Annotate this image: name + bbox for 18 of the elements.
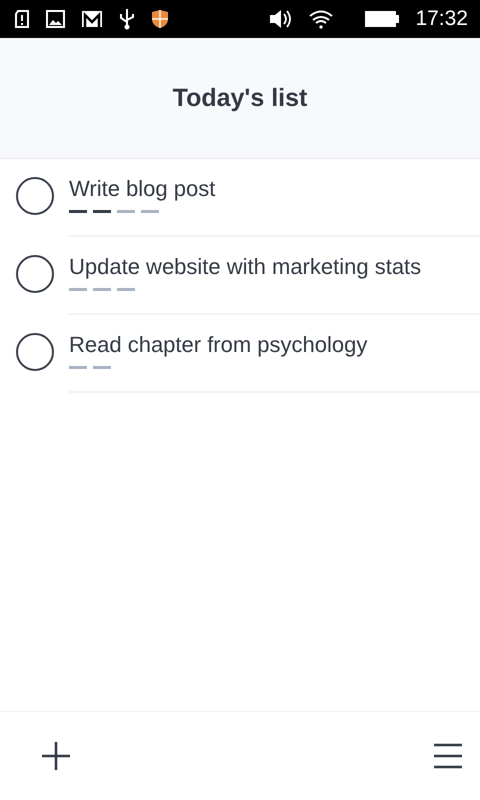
page-title: Today's list bbox=[172, 83, 308, 113]
mail-icon bbox=[81, 10, 103, 28]
task-title[interactable]: Read chapter from psychology bbox=[69, 332, 480, 358]
clock-time: 17:32 bbox=[415, 6, 468, 32]
wifi-icon bbox=[309, 9, 334, 29]
image-icon bbox=[46, 10, 65, 28]
task-title[interactable]: Update website with marketing stats bbox=[69, 254, 480, 280]
battery-icon bbox=[365, 10, 400, 28]
volume-icon bbox=[269, 8, 294, 30]
plus-icon bbox=[40, 740, 72, 772]
task-title[interactable]: Write blog post bbox=[69, 176, 480, 202]
menu-icon bbox=[432, 742, 464, 770]
usb-icon bbox=[119, 8, 135, 30]
task-checkbox[interactable] bbox=[16, 255, 54, 293]
shield-icon bbox=[151, 9, 169, 29]
alert-icon bbox=[14, 10, 30, 28]
task-checkbox[interactable] bbox=[16, 333, 54, 371]
task-checkbox[interactable] bbox=[16, 177, 54, 215]
